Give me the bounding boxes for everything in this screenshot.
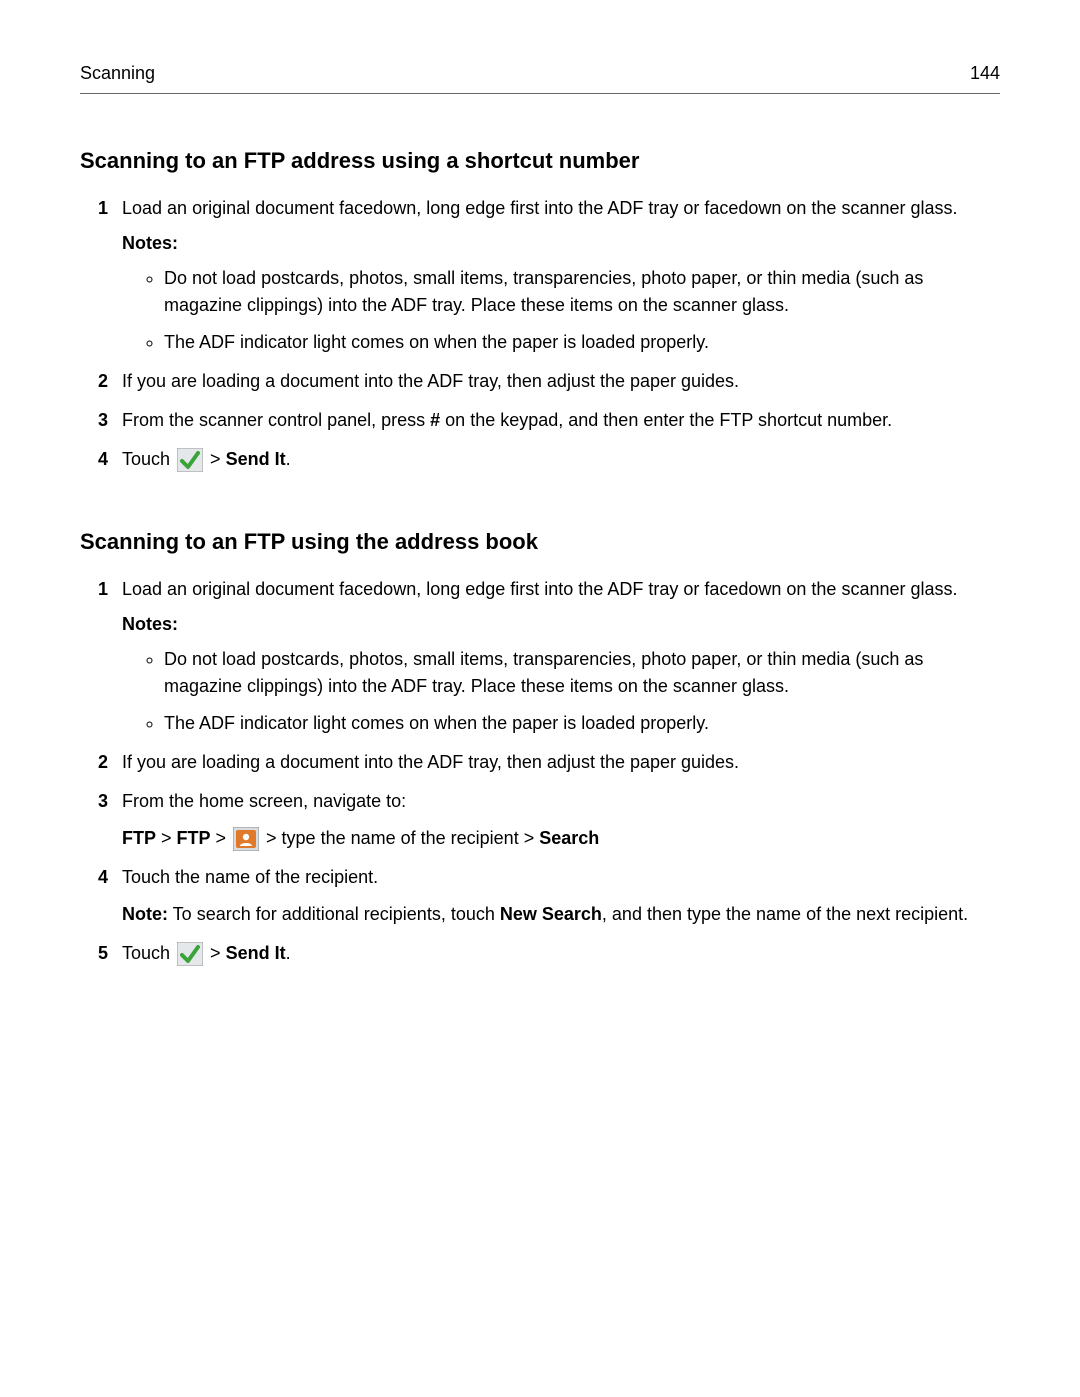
new-search-label: New Search [500,904,602,924]
step-item: From the scanner control panel, press # … [98,407,1000,434]
nav-ftp: FTP [177,828,211,848]
step-text-part: From the scanner control panel, press [122,410,430,430]
step-text-part: > [205,449,226,469]
send-it-label: Send It [226,449,286,469]
step-text-part: Touch [122,943,175,963]
nav-separator: > [211,828,232,848]
notes-label: Notes: [122,230,1000,257]
section-a-heading: Scanning to an FTP address using a short… [80,144,1000,177]
step-text-part: Touch [122,449,175,469]
keypad-hash: # [430,410,440,430]
nav-search: Search [539,828,599,848]
page: Scanning 144 Scanning to an FTP address … [0,0,1080,1039]
step-item: If you are loading a document into the A… [98,368,1000,395]
note-bullet: The ADF indicator light comes on when th… [164,710,1000,737]
section-b-heading: Scanning to an FTP using the address boo… [80,525,1000,558]
notes-list: Do not load postcards, photos, small ite… [146,646,1000,737]
checkmark-icon [177,448,203,472]
notes-list: Do not load postcards, photos, small ite… [146,265,1000,356]
step-text: Load an original document facedown, long… [122,579,958,599]
send-it-label: Send It [226,943,286,963]
step-item: From the home screen, navigate to: FTP >… [98,788,1000,852]
step-text-part: > [205,943,226,963]
step-text: From the home screen, navigate to: [122,791,406,811]
nav-text: > type the name of the recipient > [261,828,539,848]
note-bullet: Do not load postcards, photos, small ite… [164,646,1000,700]
step-text: If you are loading a document into the A… [122,752,739,772]
nav-separator: > [156,828,177,848]
page-number: 144 [970,60,1000,87]
note-label: Note: [122,904,168,924]
step-item: Load an original document facedown, long… [98,576,1000,737]
section-a-steps: Load an original document facedown, long… [98,195,1000,473]
step-item: If you are loading a document into the A… [98,749,1000,776]
navigation-path: FTP > FTP > > type the name of the recip… [122,825,1000,852]
step-text: Load an original document facedown, long… [122,198,958,218]
nav-ftp: FTP [122,828,156,848]
note-text-part: To search for additional recipients, tou… [168,904,500,924]
step-item: Touch > Send It. [98,940,1000,967]
notes-label: Notes: [122,611,1000,638]
note-bullet: The ADF indicator light comes on when th… [164,329,1000,356]
step-text-part: . [286,449,291,469]
step-item: Touch > Send It. [98,446,1000,473]
note-bullet: Do not load postcards, photos, small ite… [164,265,1000,319]
note-text-part: , and then type the name of the next rec… [602,904,968,924]
section-b-steps: Load an original document facedown, long… [98,576,1000,967]
step-text: If you are loading a document into the A… [122,371,739,391]
step-text-part: on the keypad, and then enter the FTP sh… [440,410,892,430]
step-note: Note: To search for additional recipient… [122,901,1000,928]
checkmark-icon [177,942,203,966]
page-header: Scanning 144 [80,60,1000,94]
header-section: Scanning [80,60,155,87]
address-book-icon [233,827,259,851]
step-item: Touch the name of the recipient. Note: T… [98,864,1000,928]
step-text-part: . [286,943,291,963]
step-item: Load an original document facedown, long… [98,195,1000,356]
step-text: Touch the name of the recipient. [122,867,378,887]
